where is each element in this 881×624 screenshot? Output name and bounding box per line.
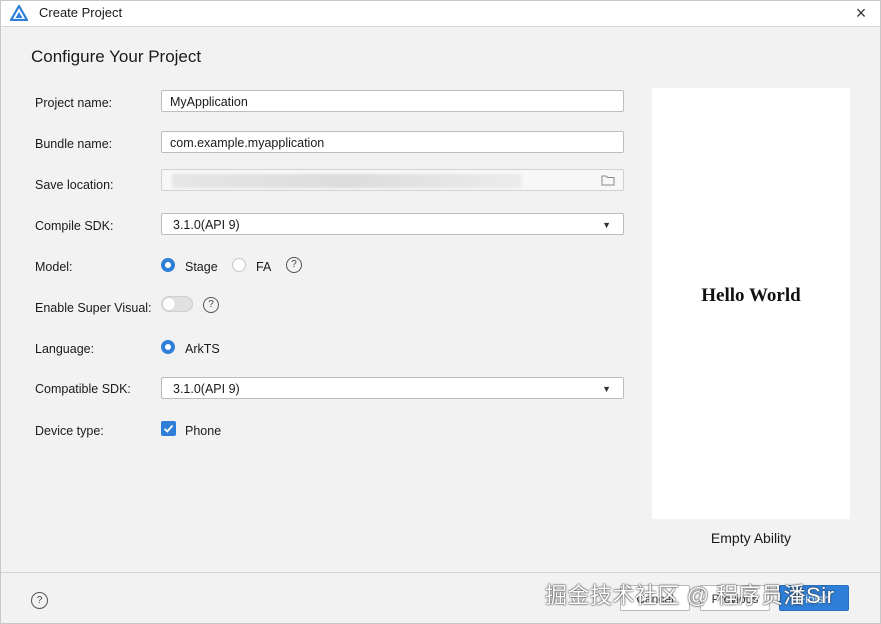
chevron-down-icon: ▼ xyxy=(602,220,611,230)
compile-sdk-value: 3.1.0(API 9) xyxy=(173,218,240,232)
device-phone-checkbox[interactable] xyxy=(161,421,176,436)
compatible-sdk-label: Compatible SDK: xyxy=(35,382,131,396)
bundle-name-label: Bundle name: xyxy=(35,137,113,151)
preview-hello-text: Hello World xyxy=(701,285,801,306)
template-preview: Hello World xyxy=(652,88,850,519)
language-label: Language: xyxy=(35,342,95,356)
toggle-knob xyxy=(163,298,175,310)
save-location-input[interactable] xyxy=(161,169,624,191)
redacted-path xyxy=(172,174,522,188)
super-visual-help-icon[interactable]: ? xyxy=(203,297,219,313)
super-visual-label: Enable Super Visual: xyxy=(35,301,152,315)
template-name: Empty Ability xyxy=(710,530,792,546)
project-name-input[interactable]: MyApplication xyxy=(161,90,624,112)
compatible-sdk-select[interactable]: 3.1.0(API 9) ▼ xyxy=(161,377,624,399)
compile-sdk-select[interactable]: 3.1.0(API 9) ▼ xyxy=(161,213,624,235)
watermark: 掘金技术社区 @ 程序员潘Sir xyxy=(545,583,835,608)
model-fa-label: FA xyxy=(256,260,272,274)
save-location-label: Save location: xyxy=(35,178,114,192)
title-bar: Create Project × xyxy=(0,0,881,27)
device-type-label: Device type: xyxy=(35,424,104,438)
model-stage-label: Stage xyxy=(185,260,218,274)
compile-sdk-label: Compile SDK: xyxy=(35,219,114,233)
footer-divider xyxy=(0,572,881,573)
checkmark-icon xyxy=(163,424,174,433)
chevron-down-icon: ▼ xyxy=(602,384,611,394)
model-fa-radio[interactable] xyxy=(232,258,246,272)
deveco-logo-icon xyxy=(10,5,28,21)
language-arkts-radio[interactable] xyxy=(161,340,175,354)
project-name-label: Project name: xyxy=(35,96,113,110)
close-icon[interactable]: × xyxy=(851,3,871,23)
model-help-icon[interactable]: ? xyxy=(286,257,302,273)
folder-icon[interactable] xyxy=(601,174,615,186)
super-visual-toggle[interactable] xyxy=(161,296,193,312)
window-title: Create Project xyxy=(39,5,123,20)
language-arkts-label: ArkTS xyxy=(185,342,220,356)
device-phone-label: Phone xyxy=(185,424,222,438)
model-stage-radio[interactable] xyxy=(161,258,175,272)
compatible-sdk-value: 3.1.0(API 9) xyxy=(173,382,240,396)
page-title: Configure Your Project xyxy=(31,47,202,66)
bundle-name-input[interactable]: com.example.myapplication xyxy=(161,131,624,153)
model-label: Model: xyxy=(35,260,73,274)
help-icon[interactable]: ? xyxy=(31,592,48,609)
